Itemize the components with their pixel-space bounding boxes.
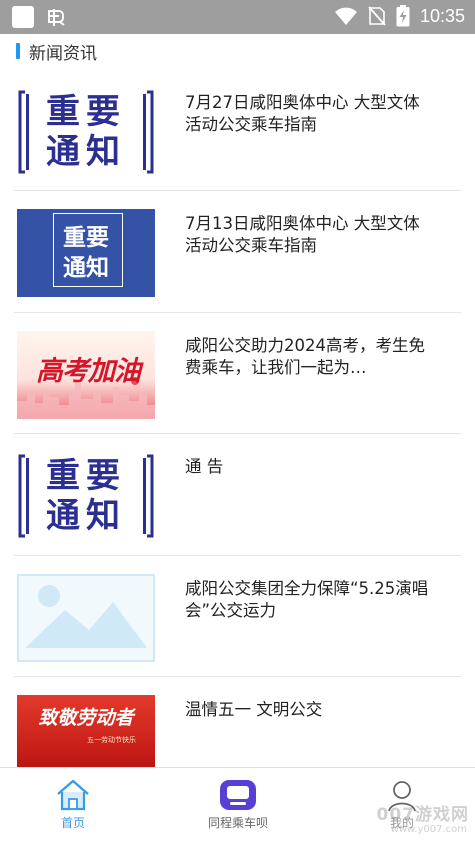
watermark-url: www.y007.com: [390, 824, 467, 835]
news-title: 咸阳公交集团全力保障“5.25演唱会”公交运力: [185, 578, 429, 620]
image-placeholder-icon: [25, 584, 147, 648]
news-list: 重要 通知 7月27日咸阳奥体中心 大型文体活动公交乘车指南 重要 通知 7月1…: [0, 70, 475, 798]
home-icon: [57, 779, 89, 811]
app-notification-icon: [48, 9, 65, 26]
news-title: 温情五一 文明公交: [185, 699, 323, 719]
news-thumbnail: 重要 通知: [17, 209, 155, 298]
thumb-text-line: 五一劳动节快乐: [87, 735, 136, 744]
nav-ride-label: 同程乘车呗: [207, 816, 268, 830]
thumb-text-line: 致敬劳动者: [38, 706, 134, 729]
nav-ride[interactable]: 同程乘车呗: [183, 778, 293, 831]
nav-home[interactable]: 首页: [18, 778, 128, 831]
news-item[interactable]: 重要 通知 通 告: [14, 434, 461, 556]
wifi-icon: [334, 7, 357, 25]
news-title: 通 告: [185, 457, 224, 477]
status-time: 10:35: [419, 5, 465, 26]
no-sim-icon: [368, 6, 386, 26]
app-square-icon: [12, 6, 34, 28]
status-bar: 10:35: [0, 0, 475, 34]
news-thumbnail: [17, 573, 155, 662]
news-title: 7月27日咸阳奥体中心 大型文体活动公交乘车指南: [185, 93, 420, 134]
battery-charging-icon: [396, 5, 410, 27]
thumb-text-line: 通知: [63, 255, 109, 282]
section-header: 新闻资讯: [16, 40, 97, 64]
news-item[interactable]: 高考加油 咸阳公交助力2024高考，考生免费乘车，让我们一起为…: [14, 313, 461, 435]
thumb-text-line: 重要: [63, 225, 109, 252]
thumb-text-line: 通知: [46, 496, 126, 537]
news-thumbnail: 高考加油: [17, 330, 155, 419]
news-title: 咸阳公交助力2024高考，考生免费乘车，让我们一起为…: [185, 335, 425, 377]
thumb-text-line: 通知: [46, 132, 126, 172]
news-item[interactable]: 咸阳公交集团全力保障“5.25演唱会”公交运力: [14, 556, 461, 677]
news-thumbnail: 重要 通知: [17, 88, 155, 176]
thumb-text-line: 重要: [46, 92, 126, 132]
news-title: 7月13日咸阳奥体中心 大型文体活动公交乘车指南: [185, 214, 420, 256]
news-thumbnail: 重要 通知: [17, 452, 155, 541]
section-title: 新闻资讯: [29, 43, 97, 64]
watermark: 007游戏网: [376, 805, 469, 825]
section-accent-bar: [16, 43, 20, 59]
bus-icon: [220, 780, 256, 810]
thumb-text-line: 高考加油: [36, 355, 141, 387]
thumb-text-line: 重要: [46, 456, 126, 497]
nav-home-label: 首页: [60, 816, 85, 830]
news-item[interactable]: 重要 通知 7月13日咸阳奥体中心 大型文体活动公交乘车指南: [14, 191, 461, 313]
news-item[interactable]: 重要 通知 7月27日咸阳奥体中心 大型文体活动公交乘车指南: [14, 70, 461, 192]
